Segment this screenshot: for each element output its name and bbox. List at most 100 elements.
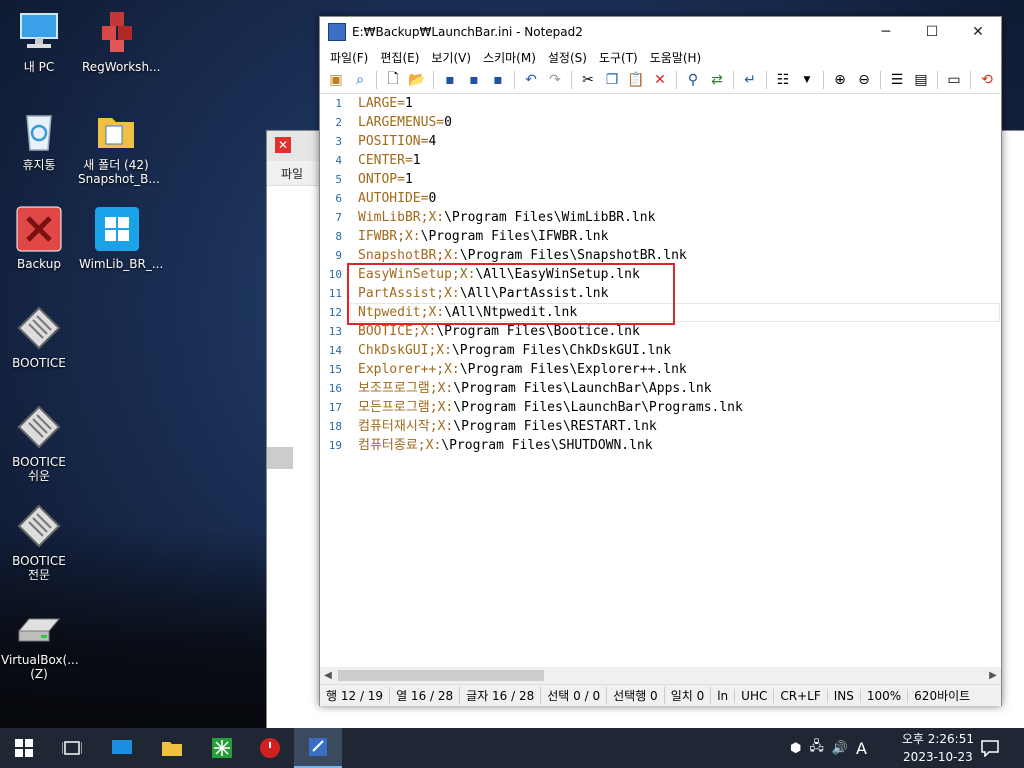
notepad2-titlebar[interactable]: E:₩Backup₩LaunchBar.ini - Notepad2 ─ ☐ ✕ — [320, 17, 1001, 47]
desktop-icon-recycle-bin[interactable]: 휴지통 — [1, 106, 77, 172]
code-line[interactable]: CENTER=1 — [358, 151, 1001, 170]
scheme-icon[interactable]: ☷ — [772, 69, 794, 91]
network-icon[interactable]: 🖧 — [809, 737, 824, 759]
desktop-icon-bootice[interactable]: BOOTICE — [1, 304, 77, 370]
menu-help[interactable]: 도움말(H) — [644, 49, 708, 66]
folder-icon — [162, 742, 182, 756]
code-line[interactable]: ChkDskGUI;X:\Program Files\ChkDskGUI.lnk — [358, 341, 1001, 360]
code-line[interactable]: IFWBR;X:\Program Files\IFWBR.lnk — [358, 227, 1001, 246]
customize-schemes-icon[interactable]: ▤ — [910, 69, 932, 91]
tray-app-icon[interactable]: ⬢ — [790, 741, 801, 756]
scroll-left-icon[interactable]: ◀ — [320, 667, 336, 684]
ime-indicator[interactable]: A — [856, 739, 867, 758]
ini-key: POSITION — [358, 134, 421, 149]
status-zoom[interactable]: 100% — [861, 688, 909, 703]
menu-file[interactable]: 파일(F) — [324, 49, 374, 66]
power-icon — [260, 738, 280, 758]
paste-icon[interactable]: 📋 — [625, 69, 647, 91]
explorer-tab-file[interactable]: 파일 — [281, 165, 303, 182]
annotation-highlight-box — [347, 263, 675, 325]
desktop-icon-virtualbox-drive[interactable]: VirtualBox(... (Z) — [1, 601, 79, 681]
desktop-icon-wimlib[interactable]: WimLib_BR_... — [79, 205, 163, 271]
ini-value: \Program Files\ChkDskGUI.lnk — [451, 343, 672, 358]
scrollbar-thumb[interactable] — [338, 670, 544, 681]
desktop-icon-bootice-easy[interactable]: BOOTICE 쉬운 — [1, 403, 77, 483]
cut-icon[interactable]: ✂ — [577, 69, 599, 91]
redo-icon[interactable]: ↷ — [544, 69, 566, 91]
schemes-list-icon[interactable]: ☰ — [886, 69, 908, 91]
save-as-icon[interactable]: ▪ — [463, 69, 485, 91]
replace-icon[interactable]: ⇄ — [706, 69, 728, 91]
code-line[interactable]: AUTOHIDE=0 — [358, 189, 1001, 208]
status-eol[interactable]: CR+LF — [774, 688, 828, 703]
clock[interactable]: 오후 2:26:51 2023-10-23 — [902, 730, 974, 766]
menu-settings[interactable]: 설정(S) — [542, 49, 593, 66]
explorer-close-icon[interactable]: ✕ — [275, 137, 291, 153]
browse-icon[interactable]: ⌕ — [349, 69, 371, 91]
status-ins[interactable]: INS — [828, 688, 861, 703]
code-line[interactable]: Explorer++;X:\Program Files\Explorer++.l… — [358, 360, 1001, 379]
code-line[interactable]: POSITION=4 — [358, 132, 1001, 151]
toolbar-separator — [676, 71, 677, 89]
taskbar-app-explorer[interactable] — [148, 728, 196, 768]
minimize-icon[interactable]: ─ — [863, 17, 909, 47]
ini-separator: = — [397, 96, 405, 111]
code-line[interactable]: LARGEMENUS=0 — [358, 113, 1001, 132]
notepad2-window[interactable]: E:₩Backup₩LaunchBar.ini - Notepad2 ─ ☐ ✕… — [319, 16, 1002, 706]
scroll-right-icon[interactable]: ▶ — [985, 667, 1001, 684]
save-icon[interactable]: ▪ — [439, 69, 461, 91]
taskbar-app-green[interactable] — [198, 728, 246, 768]
menu-edit[interactable]: 편집(E) — [374, 49, 425, 66]
chevron-down-icon[interactable]: ▼ — [796, 69, 818, 91]
editor-area[interactable]: 1 2 3 4 5 6 7 8 9 10 11 12 13 14 15 16 17 18 19 LARGE=1 LAR… — [320, 94, 1001, 674]
desktop-icon-new-folder[interactable]: 새 폴더 (42) Snapshot_B... — [78, 106, 160, 186]
exit-icon[interactable]: ⟲ — [976, 69, 998, 91]
zoom-in-icon[interactable]: ⊕ — [829, 69, 851, 91]
find-icon[interactable]: ⚲ — [682, 69, 704, 91]
ini-key: BOOTICE;X: — [358, 324, 437, 339]
menu-view[interactable]: 보기(V) — [425, 49, 477, 66]
word-wrap-icon[interactable]: ↵ — [739, 69, 761, 91]
code-line[interactable]: 보조프로그램;X:\Program Files\LaunchBar\Apps.l… — [358, 379, 1001, 398]
ini-value: \Program Files\WimLibBR.lnk — [444, 210, 656, 225]
copy-icon[interactable]: ❐ — [601, 69, 623, 91]
new-window-icon[interactable]: ▣ — [325, 69, 347, 91]
taskbar-app-power[interactable] — [246, 728, 294, 768]
zoom-out-icon[interactable]: ⊖ — [853, 69, 875, 91]
menu-tools[interactable]: 도구(T) — [593, 49, 644, 66]
desktop-icon-backup[interactable]: Backup — [1, 205, 77, 271]
menu-scheme[interactable]: 스키마(M) — [477, 49, 542, 66]
maximize-icon[interactable]: ☐ — [909, 17, 955, 47]
delete-icon[interactable]: ✕ — [649, 69, 671, 91]
volume-icon[interactable]: 🔊 — [832, 741, 848, 756]
code-line[interactable]: 컴퓨터종료;X:\Program Files\SHUTDOWN.lnk — [358, 436, 1001, 455]
new-file-icon[interactable]: 🗋 — [382, 69, 404, 91]
open-folder-icon[interactable]: 📂 — [406, 69, 428, 91]
explorer-selected-row[interactable] — [267, 447, 293, 469]
code-line[interactable]: 컴퓨터재시작;X:\Program Files\RESTART.lnk — [358, 417, 1001, 436]
start-button[interactable] — [0, 728, 48, 768]
taskbar-app-notepad2-active[interactable] — [294, 728, 342, 768]
ini-key: ChkDskGUI;X: — [358, 343, 452, 358]
task-view-button[interactable] — [48, 728, 96, 768]
line-number: 12 — [328, 306, 342, 319]
action-center-button[interactable] — [966, 728, 1014, 768]
code-line[interactable]: 모든프로그램;X:\Program Files\LaunchBar\Progra… — [358, 398, 1001, 417]
code-line[interactable]: LARGE=1 — [358, 94, 1001, 113]
code-line[interactable]: ONTOP=1 — [358, 170, 1001, 189]
desktop-icon-bootice-expert[interactable]: BOOTICE 전문 — [1, 502, 77, 582]
horizontal-scrollbar[interactable]: ◀ ▶ — [320, 667, 1001, 684]
properties-icon[interactable]: ▭ — [943, 69, 965, 91]
desktop-icon-my-pc[interactable]: 내 PC — [1, 8, 77, 74]
desktop-icon-label: VirtualBox(... — [1, 653, 79, 667]
code-line[interactable]: WimLibBR;X:\Program Files\WimLibBR.lnk — [358, 208, 1001, 227]
save-copy-icon[interactable]: ▪ — [487, 69, 509, 91]
status-encoding[interactable]: UHC — [735, 688, 775, 703]
taskbar-app-desktop[interactable] — [98, 728, 146, 768]
close-icon[interactable]: ✕ — [955, 17, 1001, 47]
line-number: 8 — [335, 230, 342, 243]
undo-icon[interactable]: ↶ — [520, 69, 542, 91]
ini-key: LARGEMENUS — [358, 115, 437, 130]
desktop-icon-regworkshop[interactable]: RegWorksh... — [82, 8, 161, 74]
desktop-icon-label: 전문 — [27, 568, 51, 582]
